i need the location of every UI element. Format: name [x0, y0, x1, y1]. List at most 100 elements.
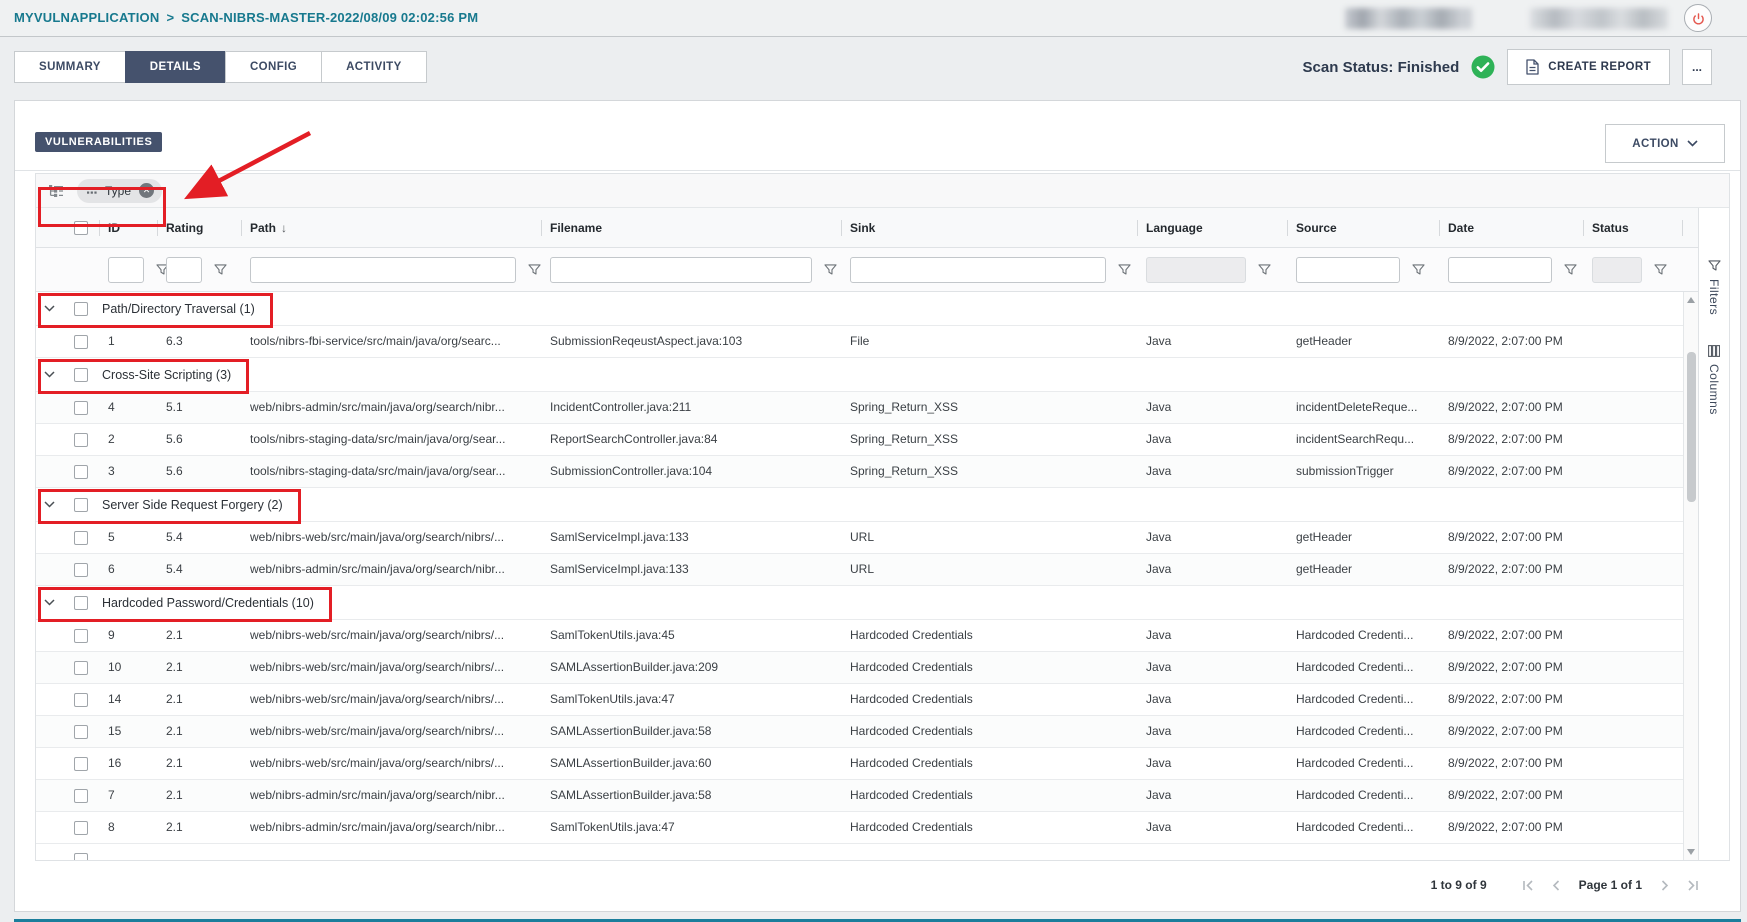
- table-row[interactable]: 16.3tools/nibrs-fbi-service/src/main/jav…: [36, 326, 1683, 358]
- cell-source: Hardcoded Credenti...: [1288, 652, 1440, 684]
- tab-summary[interactable]: SUMMARY: [14, 51, 126, 83]
- group-checkbox[interactable]: [74, 368, 88, 382]
- filename-filter-menu-icon[interactable]: [824, 264, 837, 276]
- create-report-button[interactable]: CREATE REPORT: [1507, 49, 1670, 85]
- breadcrumb-application[interactable]: MYVULNAPPLICATION: [14, 10, 159, 25]
- sink-filter-input[interactable]: [850, 257, 1106, 283]
- side-tab-columns[interactable]: Columns: [1707, 345, 1721, 415]
- path-filter-input[interactable]: [250, 257, 516, 283]
- cell-path: web/nibrs-admin/src/main/java/org/search…: [242, 554, 542, 586]
- column-header-date[interactable]: Date: [1440, 208, 1584, 248]
- column-header-rating[interactable]: Rating: [158, 208, 242, 248]
- source-filter-menu-icon[interactable]: [1412, 264, 1425, 276]
- sink-filter-menu-icon[interactable]: [1118, 264, 1131, 276]
- column-header-select[interactable]: [36, 208, 100, 248]
- table-row[interactable]: 152.1web/nibrs-web/src/main/java/org/sea…: [36, 716, 1683, 748]
- group-checkbox[interactable]: [74, 596, 88, 610]
- column-header-label: Source: [1296, 221, 1337, 235]
- row-checkbox[interactable]: [74, 563, 88, 577]
- table-row[interactable]: 102.1web/nibrs-web/src/main/java/org/sea…: [36, 652, 1683, 684]
- cell-id: 1: [100, 326, 158, 358]
- table-row[interactable]: 25.6tools/nibrs-staging-data/src/main/ja…: [36, 424, 1683, 456]
- remove-group-icon[interactable]: ✕: [139, 183, 154, 198]
- group-row[interactable]: Hardcoded Password/Credentials (10): [36, 586, 1683, 620]
- chevron-down-icon[interactable]: [44, 371, 55, 378]
- column-header-label: Sink: [850, 221, 875, 235]
- column-header-path[interactable]: Path↓: [242, 208, 542, 248]
- group-checkbox[interactable]: [74, 302, 88, 316]
- scroll-up-icon[interactable]: [1687, 297, 1695, 303]
- cell-id: 9: [100, 620, 158, 652]
- next-page-button[interactable]: [1658, 879, 1671, 892]
- side-tab-columns-label: Columns: [1707, 364, 1721, 415]
- id-filter-input[interactable]: [108, 257, 144, 283]
- first-page-button[interactable]: [1521, 879, 1534, 892]
- table-row[interactable]: 65.4web/nibrs-admin/src/main/java/org/se…: [36, 554, 1683, 586]
- group-row[interactable]: Cross-Site Scripting (3): [36, 358, 1683, 392]
- group-by-chip-type[interactable]: Type ✕: [77, 179, 162, 203]
- group-row[interactable]: Server Side Request Forgery (2): [36, 488, 1683, 522]
- column-header-sink[interactable]: Sink: [842, 208, 1138, 248]
- cell-date: 8/9/2022, 2:07:00 PM: [1440, 684, 1584, 716]
- chevron-down-icon[interactable]: [44, 599, 55, 606]
- table-row-partial[interactable]: [36, 844, 1683, 860]
- rating-filter-menu-icon[interactable]: [214, 264, 227, 276]
- date-filter-menu-icon[interactable]: [1564, 264, 1577, 276]
- row-checkbox[interactable]: [74, 757, 88, 771]
- row-checkbox[interactable]: [74, 693, 88, 707]
- row-checkbox[interactable]: [74, 821, 88, 835]
- row-checkbox[interactable]: [74, 629, 88, 643]
- cell-filename: SAMLAssertionBuilder.java:58: [542, 780, 842, 812]
- tab-config[interactable]: CONFIG: [225, 51, 322, 83]
- status-filter-menu-icon[interactable]: [1654, 264, 1667, 276]
- scrollbar-thumb[interactable]: [1687, 352, 1696, 502]
- table-row[interactable]: 162.1web/nibrs-web/src/main/java/org/sea…: [36, 748, 1683, 780]
- tab-details[interactable]: DETAILS: [125, 51, 226, 83]
- select-all-checkbox[interactable]: [74, 221, 88, 235]
- last-page-button[interactable]: [1687, 879, 1700, 892]
- column-header-filename[interactable]: Filename: [542, 208, 842, 248]
- filename-filter-input[interactable]: [550, 257, 812, 283]
- group-row[interactable]: Path/Directory Traversal (1): [36, 292, 1683, 326]
- vertical-scrollbar[interactable]: [1683, 292, 1698, 860]
- cell-source: getHeader: [1288, 554, 1440, 586]
- action-button[interactable]: ACTION: [1605, 124, 1725, 163]
- source-filter-input[interactable]: [1296, 257, 1400, 283]
- row-checkbox[interactable]: [74, 531, 88, 545]
- group-checkbox[interactable]: [74, 498, 88, 512]
- more-options-button[interactable]: ...: [1682, 49, 1712, 85]
- row-checkbox[interactable]: [74, 789, 88, 803]
- column-header-language[interactable]: Language: [1138, 208, 1288, 248]
- table-row[interactable]: 82.1web/nibrs-admin/src/main/java/org/se…: [36, 812, 1683, 844]
- rating-filter-input[interactable]: [166, 257, 202, 283]
- logout-button[interactable]: [1684, 4, 1712, 32]
- cell-language: Java: [1138, 522, 1288, 554]
- chevron-down-icon[interactable]: [44, 305, 55, 312]
- row-checkbox[interactable]: [74, 401, 88, 415]
- cell-status: [1584, 684, 1683, 716]
- table-row[interactable]: 72.1web/nibrs-admin/src/main/java/org/se…: [36, 780, 1683, 812]
- table-row[interactable]: 55.4web/nibrs-web/src/main/java/org/sear…: [36, 522, 1683, 554]
- language-filter-menu-icon[interactable]: [1258, 264, 1271, 276]
- row-checkbox[interactable]: [74, 725, 88, 739]
- column-header-id[interactable]: ID: [100, 208, 158, 248]
- date-filter-input[interactable]: [1448, 257, 1552, 283]
- table-row[interactable]: 142.1web/nibrs-web/src/main/java/org/sea…: [36, 684, 1683, 716]
- table-row[interactable]: 45.1web/nibrs-admin/src/main/java/org/se…: [36, 392, 1683, 424]
- column-header-source[interactable]: Source: [1288, 208, 1440, 248]
- tab-activity[interactable]: ACTIVITY: [321, 51, 427, 83]
- path-filter-menu-icon[interactable]: [528, 264, 541, 276]
- row-checkbox[interactable]: [74, 433, 88, 447]
- chevron-down-icon[interactable]: [44, 501, 55, 508]
- row-checkbox[interactable]: [74, 661, 88, 675]
- previous-page-button[interactable]: [1550, 879, 1563, 892]
- column-header-status[interactable]: Status: [1584, 208, 1683, 248]
- side-tab-filters[interactable]: Filters: [1707, 260, 1721, 315]
- table-row[interactable]: 92.1web/nibrs-web/src/main/java/org/sear…: [36, 620, 1683, 652]
- row-checkbox[interactable]: [74, 465, 88, 479]
- row-checkbox[interactable]: [74, 335, 88, 349]
- columns-icon: [1708, 345, 1720, 357]
- scroll-down-icon[interactable]: [1687, 849, 1695, 855]
- power-icon: [1690, 10, 1707, 27]
- table-row[interactable]: 35.6tools/nibrs-staging-data/src/main/ja…: [36, 456, 1683, 488]
